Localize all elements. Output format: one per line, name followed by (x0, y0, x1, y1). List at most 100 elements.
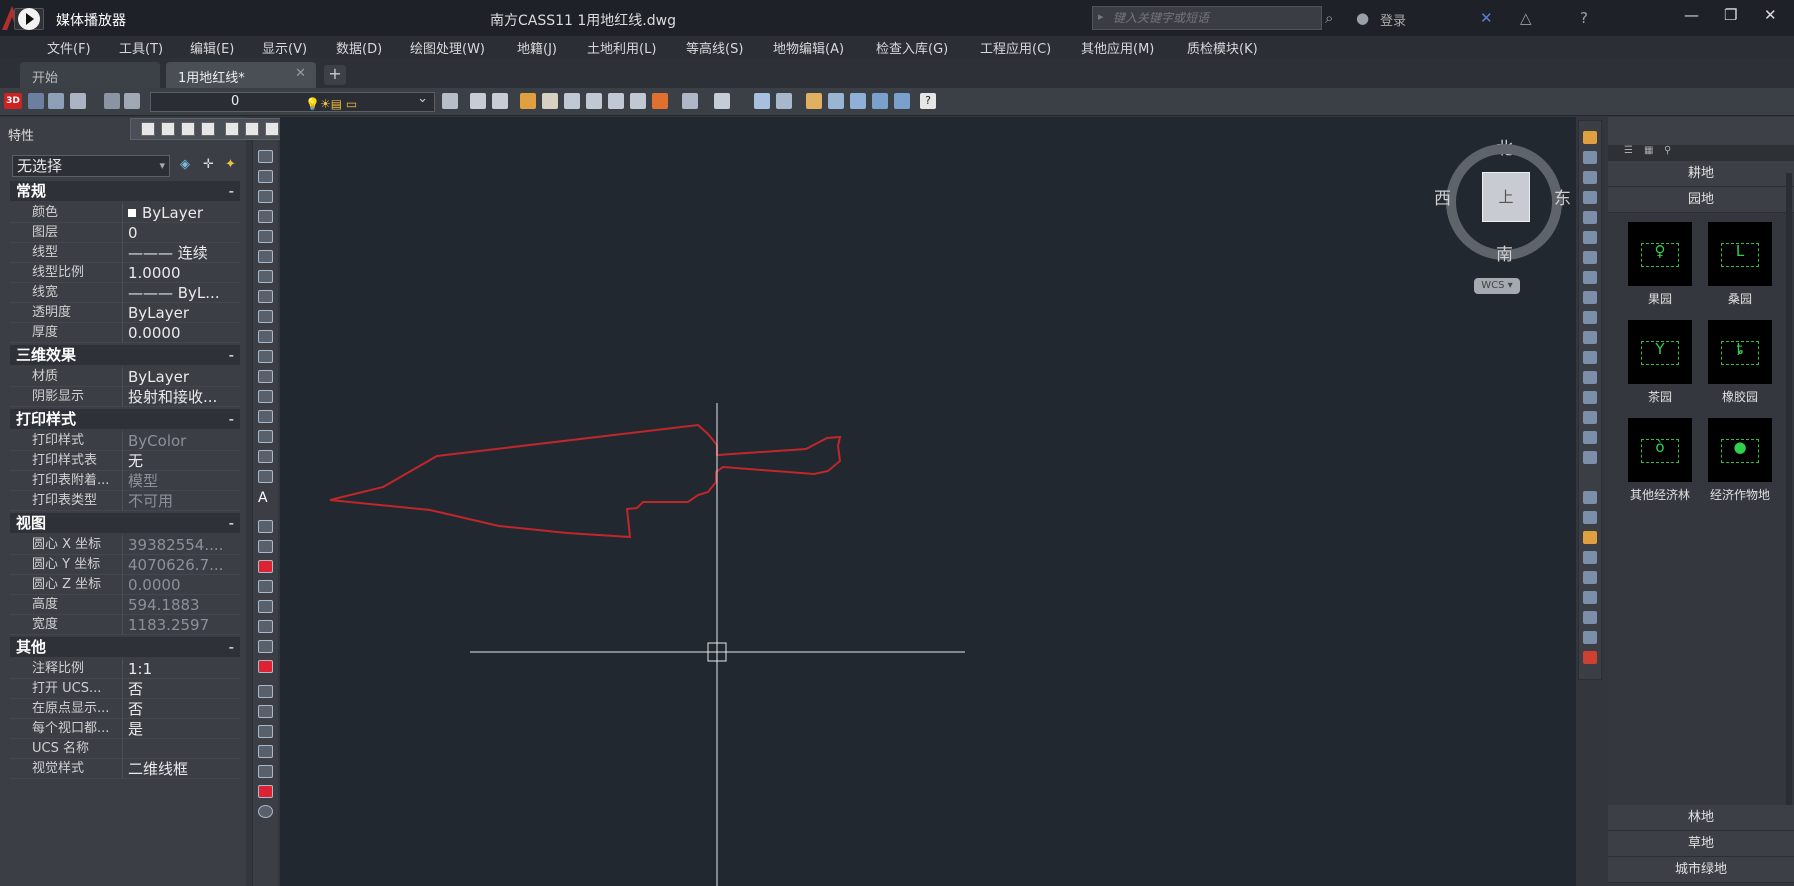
menu-item-edit[interactable]: 编辑(E) (190, 38, 234, 57)
tool-32-icon[interactable] (258, 805, 273, 818)
category-grassland[interactable]: 草地 (1608, 831, 1794, 857)
symbol-tile[interactable]: L 桑园 (1708, 222, 1772, 307)
prop-row[interactable]: 圆心 Y 坐标 4070626.7... (10, 555, 240, 575)
tool-r18-icon[interactable] (1583, 491, 1597, 504)
mirror-icon[interactable] (1583, 171, 1597, 184)
tool-r24-icon[interactable] (1583, 611, 1597, 624)
tool-20-icon[interactable] (258, 560, 273, 573)
section-view[interactable]: 视图 - (10, 513, 240, 533)
list-view-icon[interactable]: ☰ (1624, 145, 1633, 156)
edit-pencil-icon[interactable] (806, 93, 822, 109)
login-label[interactable]: 登录 (1380, 10, 1406, 29)
toggle-pickadd-icon[interactable]: ◈ (180, 157, 190, 172)
arc-icon[interactable] (258, 230, 273, 243)
prop-row[interactable]: 视觉样式 二维线框 (10, 759, 240, 779)
select-objects-icon[interactable]: ✛ (203, 157, 214, 172)
prop-row[interactable]: 线型比例 1.0000 (10, 263, 240, 283)
prop-row[interactable]: 厚度 0.0000 (10, 323, 240, 343)
drawing-canvas[interactable] (280, 117, 1576, 886)
break-icon[interactable] (1583, 371, 1597, 384)
tool-r20-icon[interactable] (1583, 531, 1597, 544)
prop-row[interactable]: 圆心 Z 坐标 0.0000 (10, 575, 240, 595)
exchange-icon[interactable]: ✕ (1480, 9, 1493, 27)
menu-item-file[interactable]: 文件(F) (47, 38, 91, 57)
menu-item-contour[interactable]: 等高线(S) (686, 38, 743, 57)
explode-icon[interactable] (1583, 451, 1597, 464)
fillet-icon[interactable] (1583, 431, 1597, 444)
dim-linear-icon[interactable] (225, 122, 239, 136)
tool-r23-icon[interactable] (1583, 591, 1597, 604)
prop-row[interactable]: 在原点显示... 否 (10, 699, 240, 719)
render-icon[interactable] (70, 93, 86, 109)
red-boundary-polygon[interactable] (329, 423, 842, 539)
compass-east[interactable]: 东 (1554, 184, 1571, 209)
viewcube[interactable]: 北 上 西 东 南 WCS ▾ (1434, 134, 1574, 304)
tool-25-icon[interactable] (258, 660, 273, 673)
prop-row[interactable]: 打印样式表 无 (10, 451, 240, 471)
wcs-menu-button[interactable]: WCS ▾ (1474, 278, 1520, 294)
user-icon[interactable]: ● (1356, 9, 1369, 27)
trim-icon[interactable] (872, 93, 888, 109)
tab-start[interactable]: 开始 (20, 62, 160, 88)
prop-row[interactable]: 打印样式 ByColor (10, 431, 240, 451)
rectangle-icon[interactable] (258, 210, 273, 223)
category-forest[interactable]: 林地 (1608, 805, 1794, 831)
spline-icon[interactable] (258, 290, 273, 303)
dim-angular-icon[interactable] (265, 122, 279, 136)
region-icon[interactable] (258, 450, 273, 463)
prop-row[interactable]: 打开 UCS... 否 (10, 679, 240, 699)
table-style-icon[interactable] (181, 122, 195, 136)
insert-block-icon[interactable] (258, 350, 273, 363)
menu-item-cadastre[interactable]: 地籍(J) (517, 38, 557, 57)
copy-object-icon[interactable] (1583, 151, 1597, 164)
gradient-icon[interactable] (258, 430, 273, 443)
ellipse-icon[interactable] (258, 310, 273, 323)
tool-r22-icon[interactable] (1583, 571, 1597, 584)
tool-r26-icon[interactable] (1583, 651, 1597, 664)
play-icon[interactable] (18, 8, 40, 30)
pin-icon[interactable]: ⚲ (1664, 145, 1671, 156)
symbol-tile[interactable]: ● 经济作物地 (1708, 418, 1772, 503)
undo-icon[interactable] (682, 93, 698, 109)
array-icon[interactable] (1583, 211, 1597, 224)
section-3d-effects[interactable]: 三维效果 - (10, 345, 240, 365)
symbol-tile[interactable]: ȶ 橡胶园 (1708, 320, 1772, 405)
prop-row[interactable]: 打印表附着... 模型 (10, 471, 240, 491)
line-icon[interactable] (258, 150, 273, 163)
menu-item-view[interactable]: 显示(V) (262, 38, 307, 57)
tool-r25-icon[interactable] (1583, 631, 1597, 644)
zoom-realtime-icon[interactable] (564, 93, 580, 109)
prop-row[interactable]: 图层 0 (10, 223, 240, 243)
zoom-window-icon[interactable] (48, 93, 64, 109)
prop-row[interactable]: 材质 ByLayer (10, 367, 240, 387)
prop-row[interactable]: 每个视口都... 是 (10, 719, 240, 739)
table-icon[interactable] (258, 470, 273, 483)
grid-view-icon[interactable]: ▦ (1644, 145, 1653, 156)
help-icon[interactable]: ? (1580, 9, 1588, 27)
prop-row[interactable]: 颜色 ByLayer (10, 203, 240, 223)
menu-item-landuse[interactable]: 土地利用(L) (587, 38, 656, 57)
prop-row[interactable]: 阴影显示 投射和接收... (10, 387, 240, 407)
prop-row[interactable]: 注释比例 1:1 (10, 659, 240, 679)
symbol-tile[interactable]: Y 茶园 (1628, 320, 1692, 405)
prop-row[interactable]: 线宽 ——— ByL... (10, 283, 240, 303)
tool-28-icon[interactable] (258, 725, 273, 738)
layer-state-icon[interactable] (124, 93, 140, 109)
mtext-icon[interactable]: A (258, 490, 268, 506)
join-icon[interactable] (1583, 391, 1597, 404)
collapse-icon[interactable]: - (229, 513, 234, 533)
restore-icon[interactable]: ❐ (1724, 6, 1737, 24)
zoom-window2-icon[interactable] (586, 93, 602, 109)
close-tab-icon[interactable]: ✕ (295, 66, 306, 81)
collapse-icon[interactable]: - (229, 345, 234, 365)
quick-select-icon[interactable]: ✦ (225, 157, 236, 172)
compass-south[interactable]: 南 (1496, 240, 1513, 265)
trim-object-icon[interactable] (1583, 311, 1597, 324)
symbol-tile[interactable]: ♀ 果园 (1628, 222, 1692, 307)
ellipse-arc-icon[interactable] (258, 330, 273, 343)
binoculars-icon[interactable]: ⌕ (1325, 9, 1333, 27)
copy-icon[interactable] (850, 93, 866, 109)
tool-24-icon[interactable] (258, 640, 273, 653)
extend-object-icon[interactable] (1583, 331, 1597, 344)
section-general[interactable]: 常规 - (10, 181, 240, 201)
